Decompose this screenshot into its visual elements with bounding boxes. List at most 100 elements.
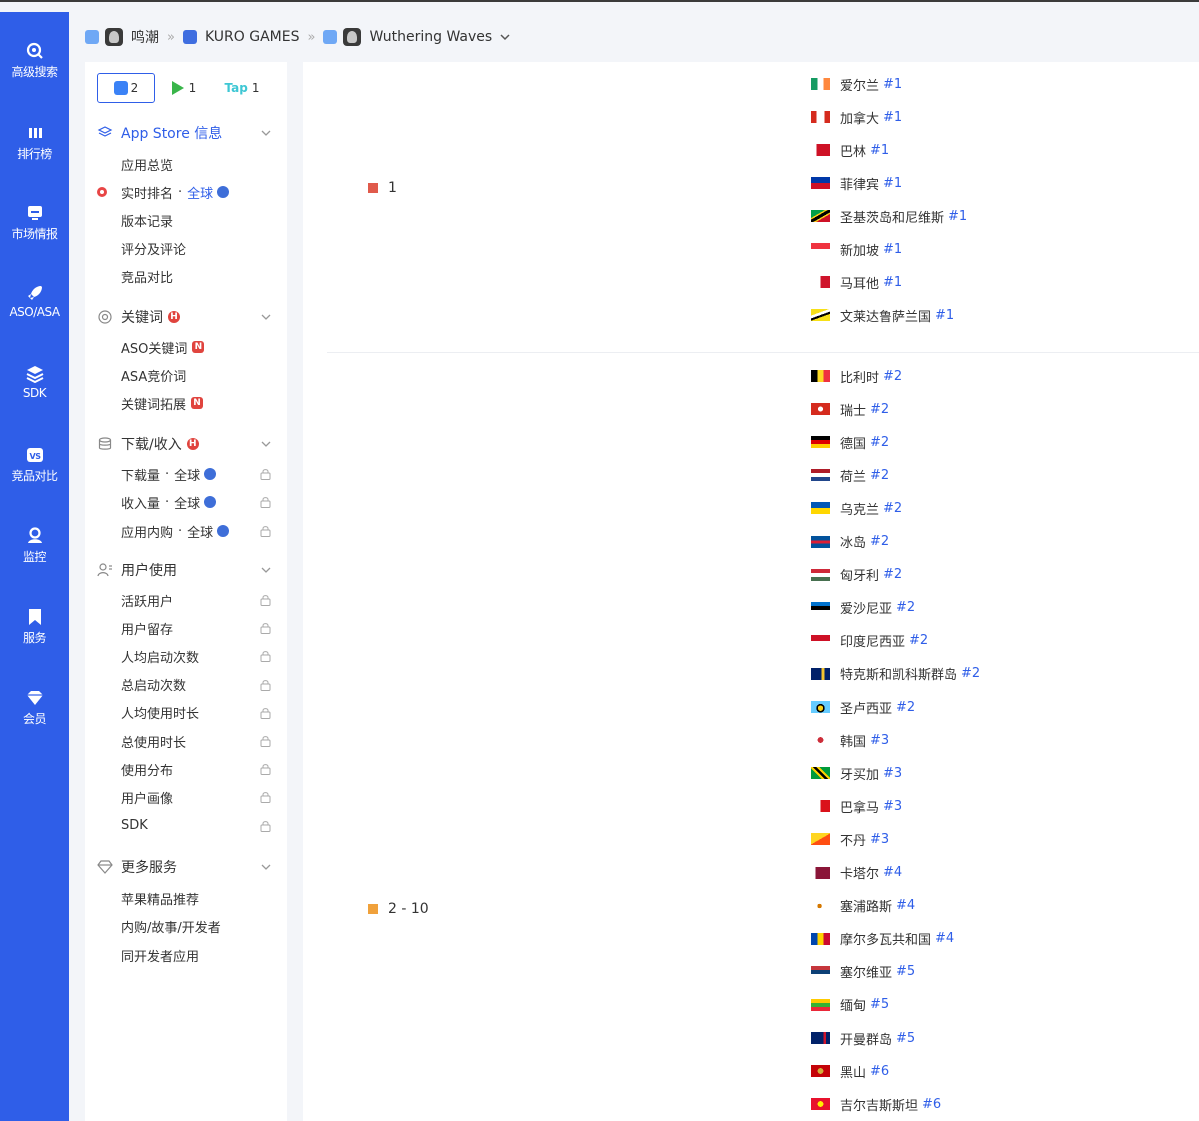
sidebar-item-usage[interactable]: 人均启动次数	[121, 647, 271, 666]
nav-item-services[interactable]: 服务	[0, 608, 69, 646]
country-rank-row[interactable]: 瑞士 #2	[811, 399, 889, 419]
nav-item-search[interactable]: 高级搜索	[0, 42, 69, 80]
country-rank-row[interactable]: 马耳他 #1	[811, 272, 902, 292]
flag-panama-icon	[811, 800, 830, 813]
country-rank-row[interactable]: 不丹 #3	[811, 829, 889, 849]
tab-google-play[interactable]: 1	[155, 73, 213, 103]
country-rank-row[interactable]: 开曼群岛 #5	[811, 1028, 915, 1048]
country-rank-row[interactable]: 冰岛 #2	[811, 532, 889, 552]
breadcrumb-developer[interactable]: 鸣潮	[131, 27, 159, 47]
sidebar-item-in-app-purchase[interactable]: 应用内购 · 全球	[121, 522, 271, 541]
breadcrumb-app[interactable]: Wuthering Waves	[369, 29, 492, 45]
sidebar-item-asa-keywords[interactable]: ASA竞价词	[121, 366, 271, 385]
rank-value: #2	[883, 368, 903, 384]
lock-icon	[260, 595, 271, 606]
sidebar-item-reviews[interactable]: 评分及评论	[121, 239, 271, 258]
breadcrumb-publisher[interactable]: KURO GAMES	[205, 29, 300, 45]
country-name: 菲律宾	[840, 177, 880, 193]
sidebar-item-keyword-expansion[interactable]: 关键词拓展 N	[121, 394, 271, 413]
chevron-down-icon	[261, 441, 271, 447]
chevron-down-icon[interactable]	[500, 32, 510, 42]
sidebar-item-compare[interactable]: 竞品对比	[121, 267, 271, 286]
nav-label: 竞品对比	[11, 469, 58, 483]
lock-icon	[260, 651, 271, 663]
section-title: 下载/收入	[121, 437, 182, 453]
item-label: 总启动次数	[121, 679, 187, 695]
sidebar-item-realtime-rank[interactable]: 实时排名 · 全球	[97, 183, 271, 202]
country-rank-row[interactable]: 德国 #2	[811, 432, 889, 452]
sidebar-item-usage[interactable]: 总启动次数	[121, 676, 271, 694]
section-more-services[interactable]: 更多服务	[97, 856, 275, 878]
sidebar-item-usage[interactable]: 总使用时长	[121, 732, 271, 751]
country-rank-row[interactable]: 塞尔维亚 #5	[811, 962, 915, 982]
country-name: 爱尔兰	[840, 78, 880, 94]
section-keywords[interactable]: 关键词 H	[97, 306, 275, 328]
diamond-icon	[26, 691, 43, 705]
country-rank-row[interactable]: 爱尔兰 #1	[811, 74, 902, 94]
sidebar-item-aso-keywords[interactable]: ASO关键词 N	[121, 338, 271, 357]
sidebar-item-usage[interactable]: 用户画像	[121, 788, 271, 807]
country-rank-row[interactable]: 巴拿马 #3	[811, 796, 902, 816]
flag-netherlands-icon	[811, 469, 830, 482]
country-rank-row[interactable]: 文莱达鲁萨兰国 #1	[811, 305, 954, 325]
sidebar-item-overview[interactable]: 应用总览	[121, 155, 271, 174]
country-rank-row[interactable]: 匈牙利 #2	[811, 565, 902, 585]
country-rank-row[interactable]: 菲律宾 #1	[811, 173, 902, 193]
nav-item-membership[interactable]: 会员	[0, 689, 69, 727]
nav-item-rankings[interactable]: 排行榜	[0, 124, 69, 162]
nav-item-monitor[interactable]: 监控	[0, 527, 69, 565]
item-label: 使用分布	[121, 763, 174, 779]
country-rank-row[interactable]: 乌克兰 #2	[811, 498, 902, 518]
google-play-icon	[171, 81, 184, 95]
sidebar-item-revenue[interactable]: 收入量 · 全球	[121, 493, 271, 512]
country-rank-row[interactable]: 巴林 #1	[811, 140, 889, 160]
layers-icon	[26, 366, 43, 383]
ranking-panel: 1 2 - 10 爱尔兰 #1 加拿大 #1 巴林 #1 菲律宾 #1 圣基茨岛和尼维斯 #1 新加…	[303, 62, 1199, 1121]
country-rank-row[interactable]: 爱沙尼亚 #2	[811, 598, 915, 618]
country-rank-row[interactable]: 吉尔吉斯斯坦 #6	[811, 1094, 941, 1114]
sidebar-item-more[interactable]: 苹果精品推荐	[121, 889, 271, 908]
nav-item-sdk[interactable]: SDK	[0, 365, 69, 400]
flag-singapore-icon	[811, 243, 830, 255]
item-label: 内购/故事/开发者	[121, 921, 221, 936]
tab-taptap[interactable]: Tap 1	[213, 73, 271, 103]
nav-item-aso[interactable]: ASO/ASA	[0, 284, 69, 319]
sidebar-item-usage[interactable]: 用户留存	[121, 619, 271, 638]
nav-item-market[interactable]: 市场情报	[0, 204, 69, 242]
section-downloads-revenue[interactable]: 下载/收入 H	[97, 433, 275, 455]
country-name: 巴拿马	[840, 800, 880, 816]
country-rank-row[interactable]: 荷兰 #2	[811, 465, 889, 485]
sidebar-item-downloads[interactable]: 下载量 · 全球	[121, 465, 271, 484]
legend-swatch	[368, 904, 378, 914]
section-user-usage[interactable]: 用户使用	[97, 559, 275, 581]
sidebar-item-usage[interactable]: SDK	[121, 817, 271, 835]
country-rank-row[interactable]: 印度尼西亚 #2	[811, 631, 928, 651]
sidebar-item-more[interactable]: 内购/故事/开发者	[121, 918, 271, 936]
nav-rail: 高级搜索 排行榜 市场情报 ASO/ASA SDK VS 竞品对比 监控 服务 …	[0, 12, 69, 1121]
country-rank-row[interactable]: 摩尔多瓦共和国 #4	[811, 929, 954, 949]
rank-value: #6	[870, 1063, 890, 1079]
country-rank-row[interactable]: 塞浦路斯 #4	[811, 896, 915, 916]
country-rank-row[interactable]: 黑山 #6	[811, 1061, 889, 1081]
country-rank-row[interactable]: 比利时 #2	[811, 366, 902, 386]
country-rank-row[interactable]: 特克斯和凯科斯群岛 #2	[811, 664, 980, 684]
country-rank-row[interactable]: 圣基茨岛和尼维斯 #1	[811, 206, 967, 226]
country-rank-row[interactable]: 加拿大 #1	[811, 107, 902, 127]
tab-app-store[interactable]: 2	[97, 73, 155, 103]
section-app-store-info[interactable]: App Store 信息	[97, 122, 275, 144]
country-rank-row[interactable]: 缅甸 #5	[811, 995, 889, 1015]
sidebar-item-more[interactable]: 同开发者应用	[121, 946, 271, 965]
nav-label: 服务	[22, 631, 47, 645]
country-rank-row[interactable]: 圣卢西亚 #2	[811, 697, 915, 717]
sidebar-item-usage[interactable]: 人均使用时长	[121, 704, 271, 722]
country-rank-row[interactable]: 牙买加 #3	[811, 763, 902, 783]
sidebar-item-versions[interactable]: 版本记录	[121, 211, 271, 230]
country-rank-row[interactable]: 卡塔尔 #4	[811, 863, 902, 883]
sidebar-item-usage[interactable]: 使用分布	[121, 760, 271, 779]
country-rank-row[interactable]: 新加坡 #1	[811, 239, 902, 259]
flag-belgium-icon	[811, 370, 830, 382]
sidebar-item-usage[interactable]: 活跃用户	[121, 591, 271, 610]
nav-item-compare[interactable]: VS 竞品对比	[0, 446, 69, 484]
rank-value: #1	[883, 109, 903, 125]
country-rank-row[interactable]: 韩国 #3	[811, 730, 889, 750]
